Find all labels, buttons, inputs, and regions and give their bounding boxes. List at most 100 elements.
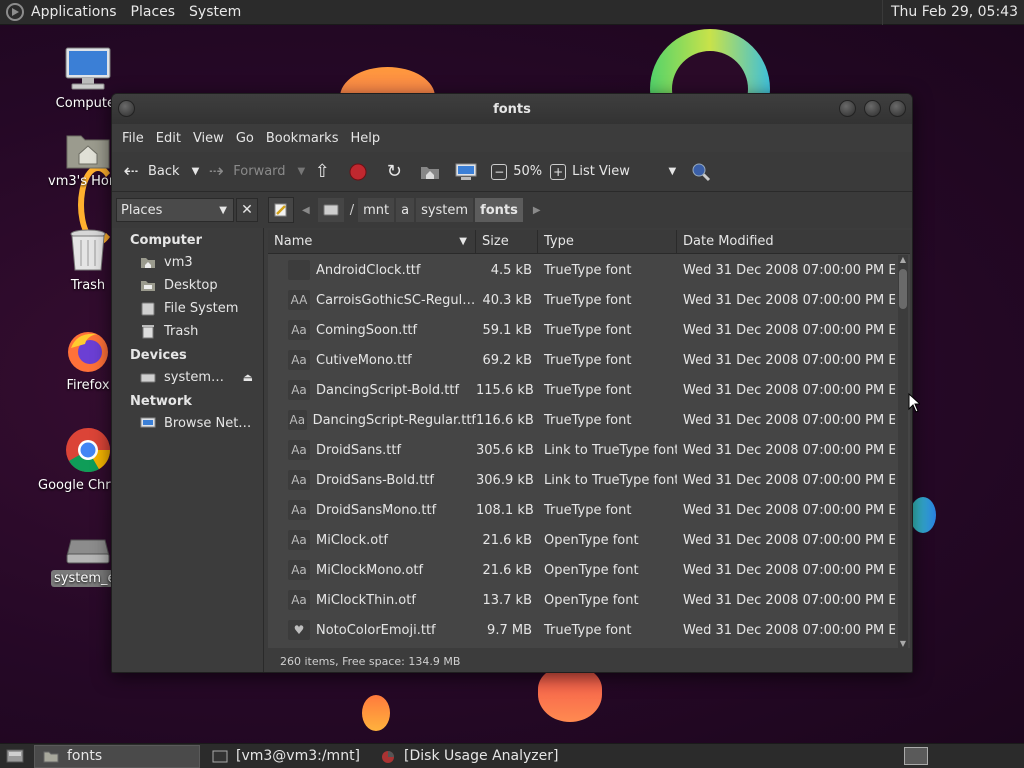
- decorative-blob: [538, 667, 602, 722]
- menu-view[interactable]: View: [187, 131, 230, 146]
- sidebar-heading-devices: Devices: [130, 348, 187, 363]
- file-size: 21.6 kB: [482, 532, 532, 548]
- table-row[interactable]: Aa DroidSans-Bold.ttf 306.9 kB Link to True…: [268, 465, 898, 495]
- sidebar-item-file-system[interactable]: File System: [112, 297, 263, 320]
- file-manager-window: fonts File Edit View Go Bookmarks Help ⇠…: [111, 93, 913, 673]
- clock[interactable]: Thu Feb 29, 05:43: [881, 0, 1024, 25]
- scrollbar-thumb[interactable]: [899, 269, 907, 309]
- places-menu[interactable]: Places: [124, 4, 183, 20]
- table-row[interactable]: Aa DroidSans.ttf 305.6 kB Link to TrueType …: [268, 435, 898, 465]
- menu-file[interactable]: File: [116, 131, 150, 146]
- column-header-row: Name ▼ Size Type Date Modified: [268, 230, 910, 254]
- table-row[interactable]: ♥ NotoColorEmoji.ttf 9.7 MB TrueType font We…: [268, 615, 898, 645]
- sidebar-item-browse-network[interactable]: Browse Net…: [112, 412, 263, 435]
- breadcrumb-system[interactable]: system: [416, 198, 474, 222]
- view-mode-select[interactable]: List View ▼: [572, 164, 682, 179]
- breadcrumb-scroll-left-icon[interactable]: ◀: [294, 205, 318, 216]
- forward-button[interactable]: ⇢ Forward: [205, 161, 286, 183]
- scroll-up-icon[interactable]: ▲: [898, 255, 908, 264]
- file-name-cell: Aa DroidSans-Bold.ttf: [268, 470, 476, 490]
- forward-history-dropdown-icon[interactable]: ▼: [298, 166, 306, 177]
- window-menu-button[interactable]: [118, 100, 135, 117]
- edit-location-button[interactable]: [268, 197, 294, 223]
- table-row[interactable]: AA CarroisGothicSC-Regul… 40.3 kB TrueType …: [268, 285, 898, 315]
- breadcrumb-scroll-right-icon[interactable]: ▶: [525, 205, 549, 216]
- file-type: Link to TrueType font: [544, 442, 677, 458]
- file-type: OpenType font: [544, 592, 639, 608]
- sidebar-item-trash[interactable]: Trash: [112, 320, 263, 343]
- back-button[interactable]: ⇠ Back: [120, 161, 179, 183]
- file-date-modified: Wed 31 Dec 2008 07:00:00 PM EST: [683, 442, 895, 458]
- taskbar-item-fonts[interactable]: fonts: [34, 744, 200, 768]
- table-row[interactable]: AndroidClock.ttf 4.5 kB TrueType font Wed 3…: [268, 255, 898, 285]
- system-menu[interactable]: System: [182, 4, 248, 20]
- table-row[interactable]: Aa MiClockThin.otf 13.7 kB OpenType font Wed…: [268, 585, 898, 615]
- window-titlebar[interactable]: fonts: [112, 94, 912, 124]
- file-size: 4.5 kB: [490, 262, 532, 278]
- stop-button[interactable]: [347, 161, 375, 183]
- zoom-level[interactable]: 50%: [513, 164, 542, 179]
- close-sidebar-button[interactable]: ✕: [236, 198, 258, 222]
- taskbar-item-terminal[interactable]: [vm3@vm3:/mnt]: [204, 745, 368, 768]
- sidebar-item-desktop[interactable]: Desktop: [112, 274, 263, 297]
- eject-icon[interactable]: ⏏: [243, 371, 253, 384]
- file-name-cell: ♥ NotoColorEmoji.ttf: [268, 620, 476, 640]
- close-icon: ✕: [241, 202, 253, 218]
- column-header-name[interactable]: Name ▼: [268, 230, 476, 253]
- applications-menu[interactable]: Applications: [24, 4, 124, 20]
- menu-go[interactable]: Go: [230, 131, 260, 146]
- drive-icon: [140, 371, 156, 385]
- table-row[interactable]: Aa DroidSansMono.ttf 108.1 kB TrueType font…: [268, 495, 898, 525]
- file-size: 306.9 kB: [476, 472, 534, 488]
- file-name-cell: Aa CutiveMono.ttf: [268, 350, 476, 370]
- drive-icon: [323, 204, 339, 216]
- workspace-switcher[interactable]: [904, 747, 928, 765]
- back-history-dropdown-icon[interactable]: ▼: [192, 166, 200, 177]
- column-header-size[interactable]: Size: [476, 230, 538, 253]
- sidebar-item-vm3[interactable]: vm3: [112, 251, 263, 274]
- table-row[interactable]: Aa ComingSoon.ttf 59.1 kB TrueType font Wed …: [268, 315, 898, 345]
- minimize-button[interactable]: [839, 100, 856, 117]
- sidebar-item-system-device[interactable]: system… ⏏: [112, 366, 263, 389]
- breadcrumb-a[interactable]: a: [396, 198, 415, 222]
- up-button[interactable]: ⇧: [311, 161, 339, 183]
- breadcrumb-fonts[interactable]: fonts: [475, 198, 523, 222]
- desktop-folder-icon: [140, 279, 156, 293]
- file-size: 21.6 kB: [482, 562, 532, 578]
- applications-menu-icon[interactable]: [6, 3, 24, 21]
- taskbar-item-disk-usage[interactable]: [Disk Usage Analyzer]: [372, 745, 566, 768]
- zoom-in-icon[interactable]: +: [550, 163, 567, 180]
- zoom-out-icon[interactable]: −: [491, 163, 508, 180]
- file-size: 40.3 kB: [482, 292, 532, 308]
- menu-bookmarks[interactable]: Bookmarks: [260, 131, 345, 146]
- file-size: 13.7 kB: [482, 592, 532, 608]
- table-row[interactable]: Aa DancingScript-Bold.ttf 115.6 kB TrueType…: [268, 375, 898, 405]
- table-row[interactable]: Aa MiClock.otf 21.6 kB OpenType font Wed 31 …: [268, 525, 898, 555]
- maximize-button[interactable]: [864, 100, 881, 117]
- breadcrumb-root[interactable]: [317, 198, 344, 222]
- home-button[interactable]: [419, 161, 447, 183]
- breadcrumb-mnt[interactable]: mnt: [358, 198, 395, 222]
- decorative-blob: [362, 695, 390, 731]
- reload-button[interactable]: ↻: [383, 161, 411, 183]
- font-file-icon: ♥: [288, 620, 310, 640]
- table-row[interactable]: Aa MiClockMono.otf 21.6 kB OpenType font Wed…: [268, 555, 898, 585]
- menu-help[interactable]: Help: [344, 131, 386, 146]
- file-size: 108.1 kB: [476, 502, 534, 518]
- close-button[interactable]: [889, 100, 906, 117]
- search-button[interactable]: [690, 161, 718, 183]
- file-name-cell: Aa DroidSansMono.ttf: [268, 500, 476, 520]
- table-row[interactable]: Aa DancingScript-Regular.ttf 116.6 kB TrueT…: [268, 405, 898, 435]
- column-header-date-modified[interactable]: Date Modified: [677, 230, 895, 253]
- back-arrow-icon: ⇠: [123, 161, 139, 182]
- show-desktop-button[interactable]: [2, 745, 28, 768]
- computer-button[interactable]: [455, 161, 483, 183]
- column-header-type[interactable]: Type: [538, 230, 677, 253]
- file-name-cell: Aa MiClock.otf: [268, 530, 476, 550]
- vertical-scrollbar[interactable]: ▲ ▼: [898, 255, 908, 648]
- menu-edit[interactable]: Edit: [150, 131, 187, 146]
- scroll-down-icon[interactable]: ▼: [898, 639, 908, 648]
- file-name-cell: Aa DancingScript-Bold.ttf: [268, 380, 476, 400]
- sidebar-type-select[interactable]: Places ▼: [116, 198, 234, 222]
- table-row[interactable]: Aa CutiveMono.ttf 69.2 kB TrueType font Wed …: [268, 345, 898, 375]
